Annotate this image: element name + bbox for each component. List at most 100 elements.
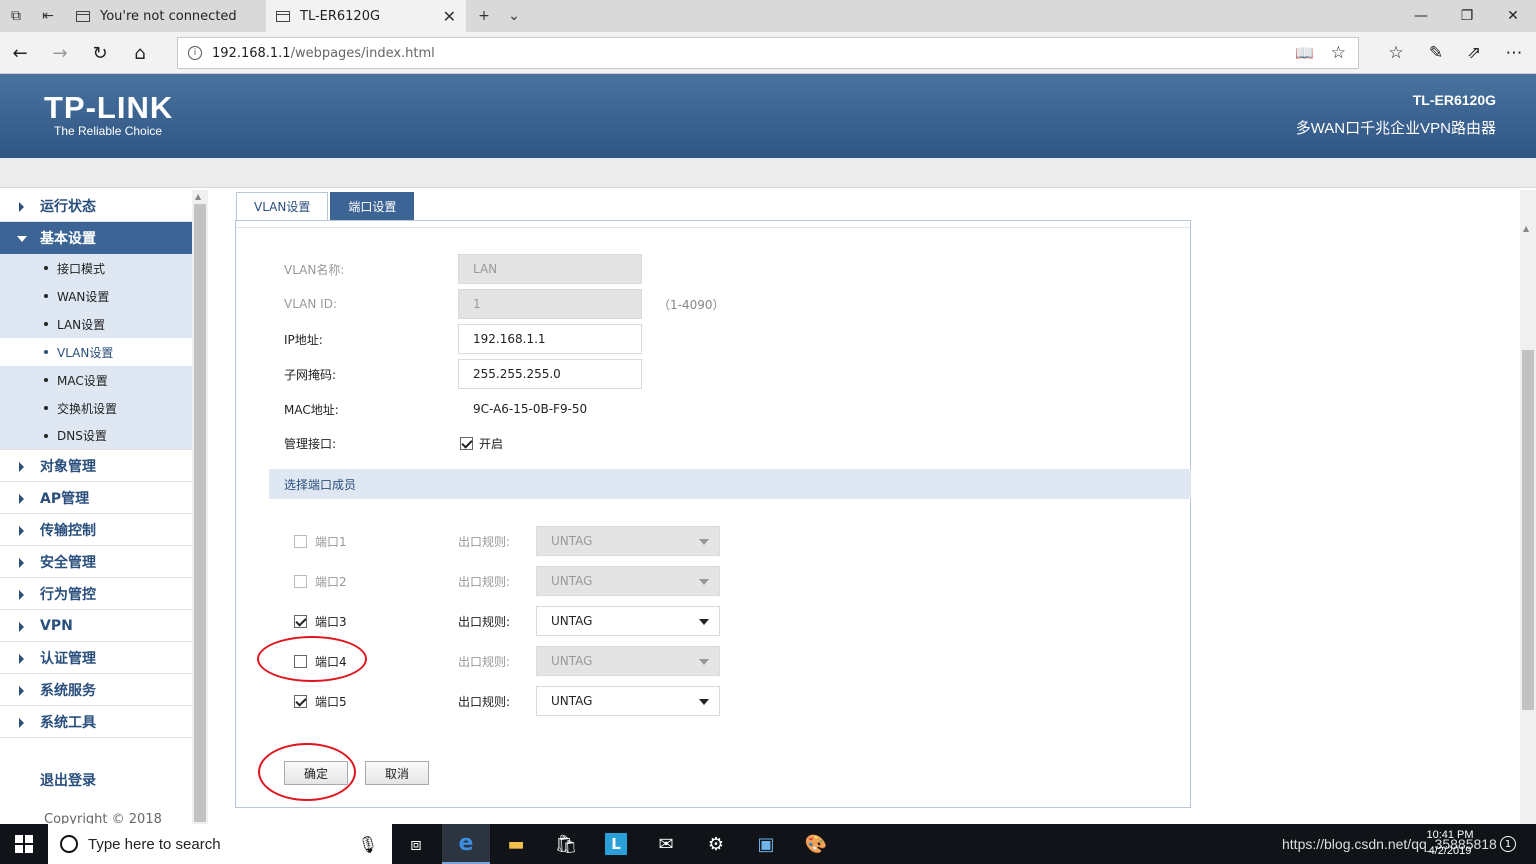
taskbar-search[interactable]: Type here to search 🎙 bbox=[48, 824, 392, 864]
site-info-icon[interactable]: i bbox=[188, 46, 202, 60]
system-clock[interactable]: 10:41 PM 4/2/2019 bbox=[1420, 827, 1480, 859]
sidebar-item-transmission[interactable]: 传输控制 bbox=[0, 514, 192, 546]
settings-gear-icon[interactable]: ⚙ bbox=[692, 824, 740, 864]
start-button[interactable] bbox=[0, 824, 48, 864]
url-field[interactable]: i 192.168.1.1/webpages/index.html 📖 ☆ bbox=[177, 37, 1359, 69]
mgmt-checkbox-group[interactable]: 开启 bbox=[460, 435, 503, 452]
main-content: VLAN设置 端口设置 VLAN名称: LAN VLAN ID: 1 （1-40… bbox=[208, 190, 1520, 824]
sidebar-subitem-vlan[interactable]: VLAN设置 bbox=[0, 338, 192, 366]
new-tab-icon[interactable]: + bbox=[468, 0, 500, 32]
port-3-checkbox[interactable] bbox=[294, 614, 307, 628]
clock-time: 10:41 PM bbox=[1426, 829, 1474, 841]
sidebar-item-label: 对象管理 bbox=[40, 458, 96, 475]
sidebar-subitem-label: MAC设置 bbox=[57, 373, 108, 388]
paint-icon[interactable]: 🎨 bbox=[792, 824, 840, 864]
egress-rule-label: 出口规则: bbox=[458, 654, 511, 669]
sidebar-subitem-dns[interactable]: DNS设置 bbox=[0, 422, 192, 450]
refresh-icon[interactable]: ↻ bbox=[84, 37, 116, 69]
more-icon[interactable]: ⋯ bbox=[1498, 37, 1530, 69]
browser-tab-router[interactable]: TL-ER6120G ✕ bbox=[266, 0, 466, 32]
microphone-icon[interactable]: 🎙 bbox=[358, 835, 378, 854]
sidebar-scrollbar[interactable]: ▲ bbox=[192, 190, 208, 824]
tab-port-settings[interactable]: 端口设置 bbox=[330, 192, 415, 220]
cortana-icon bbox=[60, 835, 78, 853]
mac-value: 9C-A6-15-0B-F9-50 bbox=[473, 402, 588, 416]
tab-manager-icon[interactable]: ⧉ bbox=[0, 0, 32, 32]
port-3-egress-select[interactable]: UNTAG bbox=[536, 606, 720, 636]
tab-preview-chevron-icon[interactable]: ⌄ bbox=[498, 0, 530, 32]
favorites-hub-icon[interactable]: ☆ bbox=[1380, 37, 1412, 69]
mgmt-checkbox[interactable] bbox=[460, 436, 473, 450]
confirm-button[interactable]: 确定 bbox=[284, 761, 348, 785]
app-l-icon[interactable]: L bbox=[592, 824, 640, 864]
remote-desktop-icon[interactable]: ▣ bbox=[742, 824, 790, 864]
scroll-up-icon[interactable]: ▲ bbox=[1523, 224, 1529, 233]
sidebar-item-security[interactable]: 安全管理 bbox=[0, 546, 192, 578]
sidebar-item-services[interactable]: 系统服务 bbox=[0, 674, 192, 706]
sidebar-item-label: VPN bbox=[40, 617, 73, 634]
mail-icon[interactable]: ✉ bbox=[642, 824, 690, 864]
sidebar-item-tools[interactable]: 系统工具 bbox=[0, 706, 192, 738]
sidebar-item-basic-settings[interactable]: 基本设置 bbox=[0, 222, 192, 254]
port-4-checkbox-group[interactable]: 端口4 bbox=[294, 653, 458, 670]
sidebar-item-objects[interactable]: 对象管理 bbox=[0, 450, 192, 482]
task-view-icon[interactable]: ⧈ bbox=[392, 824, 440, 864]
mask-field[interactable]: 255.255.255.0 bbox=[458, 359, 642, 389]
close-tab-icon[interactable]: ✕ bbox=[443, 7, 456, 26]
reading-view-icon[interactable]: 📖 bbox=[1295, 44, 1314, 62]
port-5-egress-select[interactable]: UNTAG bbox=[536, 686, 720, 716]
file-explorer-icon[interactable]: ▬ bbox=[492, 824, 540, 864]
main-scrollbar[interactable]: ▲ bbox=[1520, 190, 1536, 824]
store-icon[interactable]: 🛍 bbox=[542, 824, 590, 864]
logout-link[interactable]: 退出登录 bbox=[40, 770, 96, 790]
set-tabs-aside-icon[interactable]: ⇤ bbox=[32, 0, 64, 32]
edge-browser-icon[interactable]: e bbox=[442, 824, 490, 864]
browser-tab-offline[interactable]: You're not connected bbox=[66, 0, 266, 32]
select-value: UNTAG bbox=[551, 694, 593, 708]
port-row-3: 端口3 出口规则: UNTAG bbox=[294, 606, 794, 636]
select-value: UNTAG bbox=[551, 614, 593, 628]
restore-icon[interactable]: ❐ bbox=[1444, 0, 1490, 32]
port-4-label: 端口4 bbox=[315, 654, 347, 669]
back-icon[interactable]: ← bbox=[4, 37, 36, 69]
port-5-checkbox-group[interactable]: 端口5 bbox=[294, 693, 458, 710]
minimize-icon[interactable]: — bbox=[1398, 0, 1444, 32]
sidebar-subitem-lan[interactable]: LAN设置 bbox=[0, 310, 192, 338]
close-window-icon[interactable]: ✕ bbox=[1490, 0, 1536, 32]
sidebar-item-vpn[interactable]: VPN bbox=[0, 610, 192, 642]
port-row-2: 端口2 出口规则: UNTAG bbox=[294, 566, 794, 596]
web-note-icon[interactable]: ✎ bbox=[1420, 37, 1452, 69]
home-icon[interactable]: ⌂ bbox=[124, 37, 156, 69]
port-5-label: 端口5 bbox=[315, 694, 347, 709]
port-1-checkbox bbox=[294, 534, 307, 548]
sidebar-item-status[interactable]: 运行状态 bbox=[0, 190, 192, 222]
expand-arrow-icon bbox=[19, 718, 24, 728]
favorite-star-icon[interactable]: ☆ bbox=[1331, 43, 1346, 63]
tab-vlan-settings[interactable]: VLAN设置 bbox=[236, 192, 329, 220]
scrollbar-thumb[interactable] bbox=[194, 204, 206, 822]
port-4-checkbox[interactable] bbox=[294, 654, 307, 668]
cancel-button[interactable]: 取消 bbox=[365, 761, 429, 785]
sidebar-subitem-mac[interactable]: MAC设置 bbox=[0, 366, 192, 394]
dropdown-caret-icon bbox=[699, 539, 709, 545]
sidebar-subitem-wan[interactable]: WAN设置 bbox=[0, 282, 192, 310]
sidebar-item-behavior[interactable]: 行为管控 bbox=[0, 578, 192, 610]
scroll-up-icon[interactable]: ▲ bbox=[195, 192, 201, 201]
scrollbar-thumb[interactable] bbox=[1522, 350, 1534, 710]
sidebar-subitem-interface-mode[interactable]: 接口模式 bbox=[0, 254, 192, 282]
sidebar-subitem-switch[interactable]: 交换机设置 bbox=[0, 394, 192, 422]
vlan-id-range-hint: （1-4090） bbox=[658, 297, 725, 312]
search-placeholder: Type here to search bbox=[88, 835, 221, 853]
action-center-icon[interactable]: 1 bbox=[1500, 836, 1516, 852]
sidebar-item-auth[interactable]: 认证管理 bbox=[0, 642, 192, 674]
port-3-label: 端口3 bbox=[315, 614, 347, 629]
port-3-checkbox-group[interactable]: 端口3 bbox=[294, 613, 458, 630]
sidebar-item-ap[interactable]: AP管理 bbox=[0, 482, 192, 514]
port-5-checkbox[interactable] bbox=[294, 694, 307, 708]
forward-icon[interactable]: → bbox=[44, 37, 76, 69]
dropdown-caret-icon bbox=[699, 579, 709, 585]
dropdown-caret-icon bbox=[699, 659, 709, 665]
share-icon[interactable]: ⇗ bbox=[1458, 37, 1490, 69]
ip-field[interactable]: 192.168.1.1 bbox=[458, 324, 642, 354]
device-model: TL-ER6120G bbox=[1412, 92, 1496, 108]
